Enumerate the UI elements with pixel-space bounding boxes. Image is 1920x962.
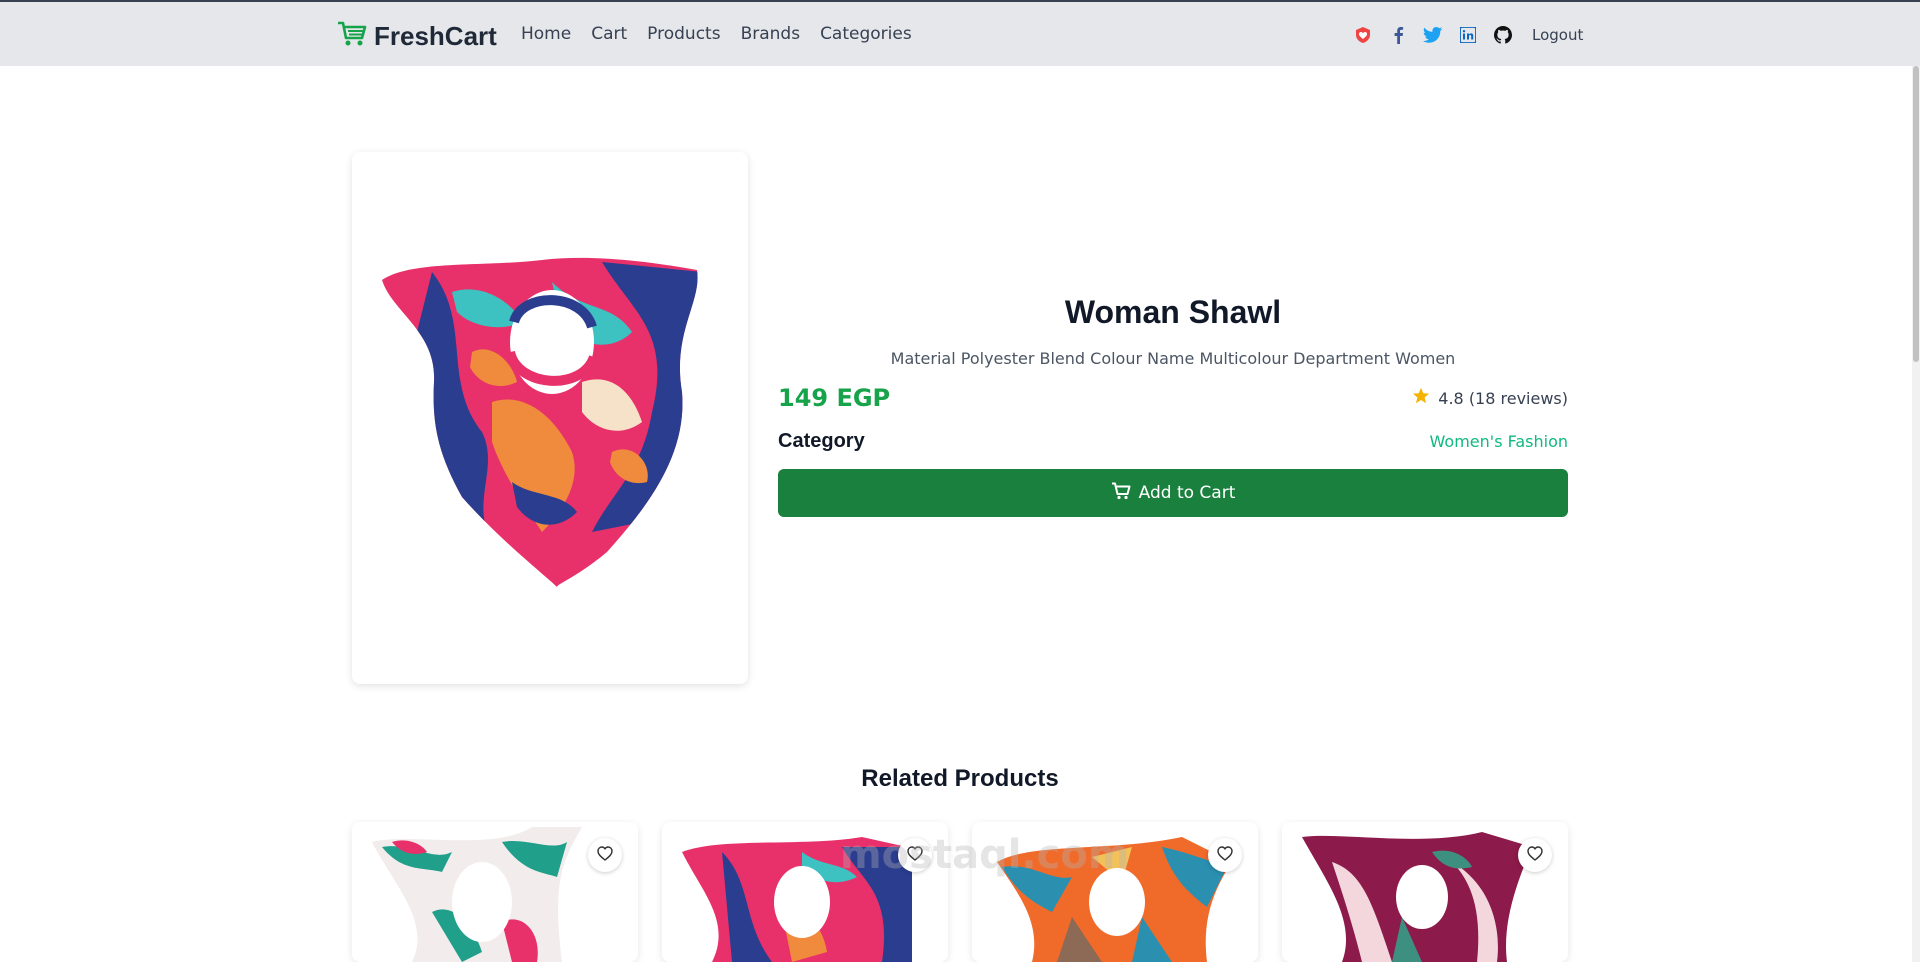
main-nav: Home Cart Products Brands Categories [521,24,912,44]
logout-link[interactable]: Logout [1532,26,1583,44]
wishlist-button[interactable] [898,838,932,872]
related-product-card[interactable] [352,822,638,962]
heart-icon [597,845,613,865]
star-icon [1412,387,1430,409]
brand-logo[interactable]: FreshCart [336,20,497,52]
twitter-icon[interactable] [1423,25,1443,45]
social-links [1353,25,1513,45]
wishlist-button[interactable] [1518,838,1552,872]
github-icon[interactable] [1493,25,1513,45]
product-image [382,257,698,587]
category-row: Category Women's Fashion [778,430,1568,453]
category-label: Category [778,430,865,452]
product-title: Woman Shawl [1064,294,1282,330]
rating-text: 4.8 (18 reviews) [1438,388,1568,408]
nav-categories[interactable]: Categories [820,24,912,44]
page-scrollbar-thumb[interactable] [1913,66,1919,362]
heart-icon [1527,845,1543,865]
wishlist-button[interactable] [1208,838,1242,872]
related-product-card[interactable] [972,822,1258,962]
related-product-card[interactable] [662,822,948,962]
category-link[interactable]: Women's Fashion [1430,432,1568,451]
heart-icon [1217,845,1233,865]
product-details: Woman Shawl Material Polyester Blend Col… [778,290,1568,517]
facebook-icon[interactable] [1388,25,1408,45]
brand-name: FreshCart [374,20,497,51]
cart-icon [1111,482,1131,505]
heart-badge-icon[interactable] [1353,25,1373,45]
wishlist-button[interactable] [588,838,622,872]
related-product-card[interactable] [1282,822,1568,962]
product-image-card [352,152,748,684]
product-rating: 4.8 (18 reviews) [1412,387,1568,409]
nav-products[interactable]: Products [647,24,720,44]
nav-brands[interactable]: Brands [741,24,801,44]
product-description: Material Polyester Blend Colour Name Mul… [890,349,1456,368]
cart-logo-icon [336,20,368,52]
add-to-cart-button[interactable]: Add to Cart [778,469,1568,517]
related-products-title: Related Products [861,765,1059,792]
nav-home[interactable]: Home [521,24,571,44]
heart-icon [907,845,923,865]
add-to-cart-label: Add to Cart [1138,483,1236,503]
nav-cart[interactable]: Cart [591,24,627,44]
price-rating-row: 149 EGP 4.8 (18 reviews) [778,384,1568,412]
navbar: FreshCart Home Cart Products Brands Cate… [0,2,1920,66]
product-price: 149 EGP [778,384,891,412]
linkedin-icon[interactable] [1458,25,1478,45]
